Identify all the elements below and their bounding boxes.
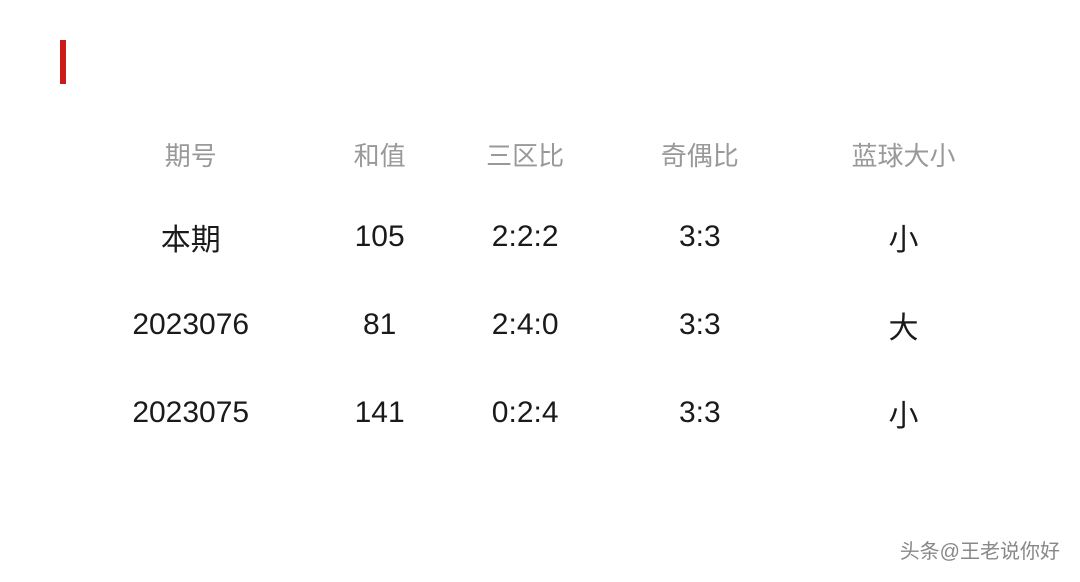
cell-odd_even: 3:3 bbox=[612, 369, 787, 457]
section-bar-decoration bbox=[60, 40, 66, 84]
cell-period: 2023075 bbox=[60, 369, 321, 457]
cell-blue_size: 大 bbox=[787, 281, 1020, 369]
cell-three_zone: 0:2:4 bbox=[438, 369, 613, 457]
cell-period: 本期 bbox=[60, 193, 321, 281]
col-header-odd-even: 奇偶比 bbox=[612, 124, 787, 193]
col-header-sum: 和值 bbox=[321, 124, 437, 193]
col-header-three-zone: 三区比 bbox=[438, 124, 613, 193]
cell-three_zone: 2:2:2 bbox=[438, 193, 613, 281]
watermark: 头条@王老说你好 bbox=[900, 535, 1060, 564]
cell-sum: 105 bbox=[321, 193, 437, 281]
col-header-period: 期号 bbox=[60, 124, 321, 193]
cell-blue_size: 小 bbox=[787, 193, 1020, 281]
col-header-blue-size: 蓝球大小 bbox=[787, 124, 1020, 193]
analysis-table: 期号 和值 三区比 奇偶比 蓝球大小 本期1052:2:23:3小2023076… bbox=[60, 124, 1020, 457]
cell-odd_even: 3:3 bbox=[612, 193, 787, 281]
table-row: 本期1052:2:23:3小 bbox=[60, 193, 1020, 281]
cell-sum: 81 bbox=[321, 281, 437, 369]
cell-three_zone: 2:4:0 bbox=[438, 281, 613, 369]
cell-odd_even: 3:3 bbox=[612, 281, 787, 369]
table-row: 2023076812:4:03:3大 bbox=[60, 281, 1020, 369]
table-row: 20230751410:2:43:3小 bbox=[60, 369, 1020, 457]
main-container: 期号 和值 三区比 奇偶比 蓝球大小 本期1052:2:23:3小2023076… bbox=[0, 0, 1080, 497]
cell-sum: 141 bbox=[321, 369, 437, 457]
table-header-row: 期号 和值 三区比 奇偶比 蓝球大小 bbox=[60, 124, 1020, 193]
section-header bbox=[60, 40, 1020, 84]
cell-period: 2023076 bbox=[60, 281, 321, 369]
cell-blue_size: 小 bbox=[787, 369, 1020, 457]
